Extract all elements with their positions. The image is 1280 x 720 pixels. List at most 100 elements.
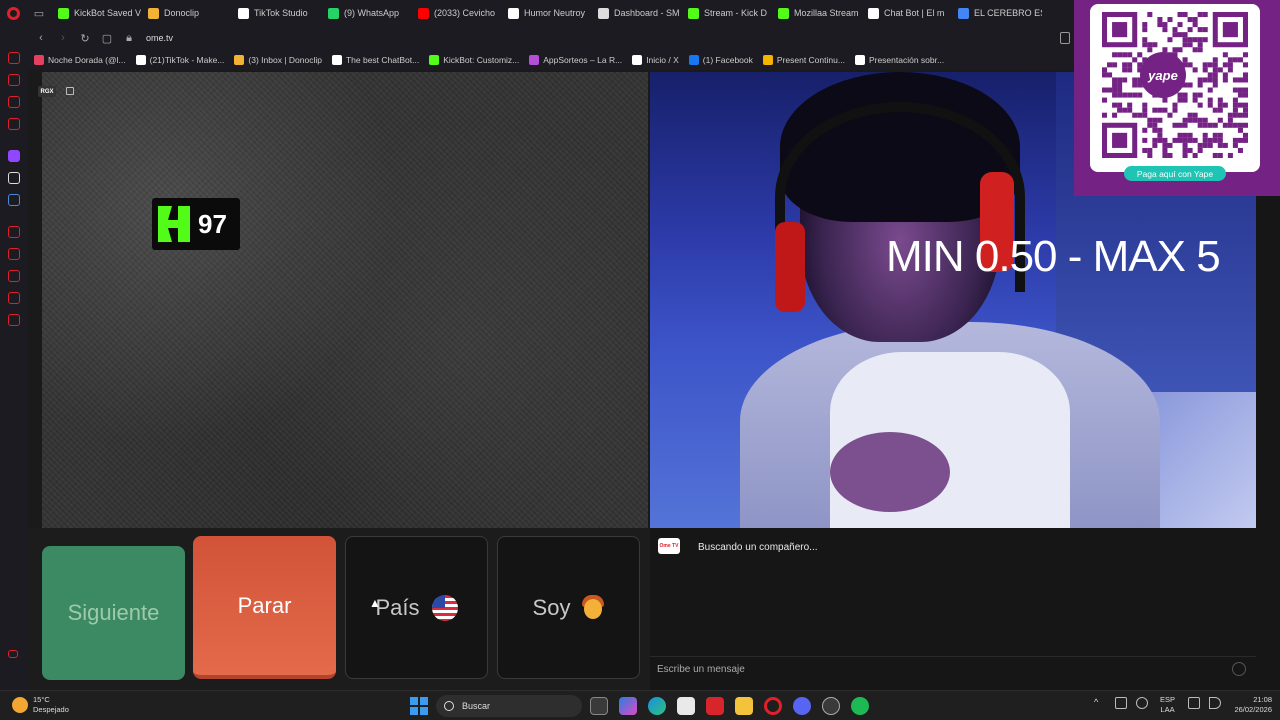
snapshot-icon[interactable]: ▢ bbox=[98, 26, 116, 50]
youtube-icon bbox=[418, 7, 429, 19]
extensions-icon[interactable] bbox=[8, 292, 20, 304]
country-button[interactable]: País bbox=[345, 536, 488, 679]
browser-tab-label: EL CEREBRO ES bbox=[974, 8, 1042, 18]
browser-tab[interactable]: TikTok Studio bbox=[232, 2, 322, 24]
qr-card: yape bbox=[1090, 4, 1260, 172]
kick-icon bbox=[778, 7, 789, 19]
clock-time: 21:08 bbox=[1253, 695, 1272, 704]
aria-icon[interactable] bbox=[8, 52, 20, 64]
system-clock[interactable]: 21:08 26/02/2026 bbox=[1222, 695, 1272, 715]
url-field[interactable]: ome.tv bbox=[146, 33, 173, 43]
bookmark-item[interactable]: Noche Dorada (@l... bbox=[34, 55, 126, 65]
bookmark-item[interactable]: Presentación sobr... bbox=[854, 55, 944, 65]
instagram-icon[interactable] bbox=[8, 96, 20, 108]
chat-panel: Ome TV Buscando un compañero... bbox=[650, 528, 1256, 690]
bookmark-favicon-icon bbox=[688, 55, 699, 65]
bookmark-label: The best ChatBot... bbox=[345, 55, 420, 65]
back-icon[interactable]: ‹ bbox=[32, 26, 50, 50]
kick-viewer-badge: 97 bbox=[152, 198, 240, 250]
task-view-icon[interactable] bbox=[590, 697, 608, 715]
bookmark-item[interactable]: AppSorteos – La R... bbox=[529, 55, 622, 65]
spotify-icon[interactable] bbox=[851, 697, 869, 715]
boy-emoji-icon bbox=[582, 594, 605, 621]
next-button[interactable]: Siguiente bbox=[42, 546, 185, 680]
bookmark-favicon-icon bbox=[234, 55, 245, 65]
copilot-icon[interactable] bbox=[619, 697, 637, 715]
wallet-icon[interactable] bbox=[1060, 32, 1070, 44]
yape-logo: yape bbox=[1140, 52, 1186, 98]
browser-tab[interactable]: Chat Bot | El m bbox=[862, 2, 952, 24]
obs-icon[interactable] bbox=[822, 697, 840, 715]
weather-widget[interactable]: 15°C Despejado bbox=[12, 695, 69, 715]
bookmark-item[interactable]: (1) Facebook bbox=[688, 55, 753, 65]
player-icon[interactable] bbox=[8, 226, 20, 238]
microphone-icon[interactable] bbox=[1136, 697, 1148, 709]
news-icon[interactable] bbox=[8, 118, 20, 130]
chat-input-area bbox=[650, 656, 1256, 681]
page-scroll-area bbox=[1256, 196, 1280, 690]
discord-icon[interactable] bbox=[793, 697, 811, 715]
lang-layout: LAA bbox=[1160, 705, 1175, 714]
stop-label: Parar bbox=[237, 592, 292, 618]
browser-tab[interactable]: EL CEREBRO ES bbox=[952, 2, 1042, 24]
forward-icon[interactable]: › bbox=[54, 26, 72, 50]
emoji-picker-icon[interactable] bbox=[1232, 662, 1246, 676]
chat-message-input[interactable] bbox=[650, 657, 1210, 681]
file-explorer-icon[interactable] bbox=[735, 697, 753, 715]
bookmark-item[interactable]: The best ChatBot... bbox=[331, 55, 420, 65]
bookmark-label: (1) Facebook bbox=[702, 55, 753, 65]
volume-icon[interactable] bbox=[1209, 697, 1221, 709]
browser-tab-label: Humor Neutroy bbox=[524, 8, 586, 18]
qr-caption: Paga aquí con Yape bbox=[1124, 166, 1226, 181]
workspaces-icon[interactable]: ▭ bbox=[26, 0, 52, 26]
browser-tab-label: (2033) Cevicho bbox=[434, 8, 496, 18]
network-icon[interactable] bbox=[1188, 697, 1200, 709]
camera-icon[interactable] bbox=[66, 87, 74, 95]
language-indicator[interactable]: ESP LAA bbox=[1160, 695, 1175, 715]
donoclip-icon bbox=[148, 7, 159, 19]
settings-icon[interactable] bbox=[8, 314, 20, 326]
opera-gx-taskbar-icon[interactable] bbox=[764, 697, 782, 715]
bookmark-item[interactable]: KickBot: Customiz... bbox=[429, 55, 519, 65]
chevron-up-icon[interactable]: ^ bbox=[1094, 697, 1106, 709]
stop-button[interactable]: Parar bbox=[193, 536, 336, 679]
opera-logo-icon[interactable] bbox=[0, 0, 26, 26]
browser-tab-label: (9) WhatsApp bbox=[344, 8, 400, 18]
bookmark-item[interactable]: Present Continu... bbox=[762, 55, 845, 65]
browser-tab[interactable]: Dashboard - SM bbox=[592, 2, 682, 24]
browser-tab[interactable]: Humor Neutroy bbox=[502, 2, 592, 24]
store-icon[interactable] bbox=[677, 697, 695, 715]
weather-temp: 15°C bbox=[33, 695, 50, 704]
browser-tab[interactable]: KickBot Saved V bbox=[52, 2, 142, 24]
windows-taskbar: 15°C Despejado Buscar ^ ESP LAA 21:08 26… bbox=[0, 690, 1280, 720]
gx-icon[interactable] bbox=[8, 650, 18, 658]
messenger-icon[interactable] bbox=[8, 74, 20, 86]
browser-tab[interactable]: Stream - Kick D bbox=[682, 2, 772, 24]
browser-tab[interactable]: (9) WhatsApp bbox=[322, 2, 412, 24]
bookmark-favicon-icon bbox=[854, 55, 865, 65]
bookmarks-bar: Noche Dorada (@l... (21)TikTok - Make... (… bbox=[28, 50, 1078, 70]
bookmark-item[interactable]: (21)TikTok - Make... bbox=[135, 55, 224, 65]
browser-tab[interactable]: Donoclip bbox=[142, 2, 232, 24]
wps-icon[interactable] bbox=[706, 697, 724, 715]
twitch-icon[interactable] bbox=[8, 150, 20, 162]
app-icon[interactable] bbox=[8, 194, 20, 206]
browser-tab[interactable]: (2033) Cevicho bbox=[412, 2, 502, 24]
history-icon[interactable] bbox=[8, 270, 20, 282]
tray-app-icon[interactable] bbox=[1115, 697, 1127, 709]
bookmark-label: AppSorteos – La R... bbox=[543, 55, 623, 65]
pinboard-icon[interactable] bbox=[8, 248, 20, 260]
bookmark-item[interactable]: (3) Inbox | Donoclip bbox=[234, 55, 322, 65]
browser-tab-label: TikTok Studio bbox=[254, 8, 308, 18]
browser-tab[interactable]: Mozillaa Stream bbox=[772, 2, 862, 24]
kick-icon bbox=[58, 7, 69, 19]
windows-start-icon[interactable] bbox=[410, 697, 428, 715]
x-icon[interactable] bbox=[8, 172, 20, 184]
bookmark-item[interactable]: Inicio / X bbox=[632, 55, 679, 65]
edge-icon[interactable] bbox=[648, 697, 666, 715]
mouse-cursor-icon: ▲ bbox=[369, 596, 381, 610]
reload-icon[interactable]: ↻ bbox=[76, 26, 94, 50]
gender-button[interactable]: Soy bbox=[497, 536, 640, 679]
taskbar-search[interactable]: Buscar bbox=[436, 695, 582, 717]
bookmark-label: Inicio / X bbox=[646, 55, 679, 65]
